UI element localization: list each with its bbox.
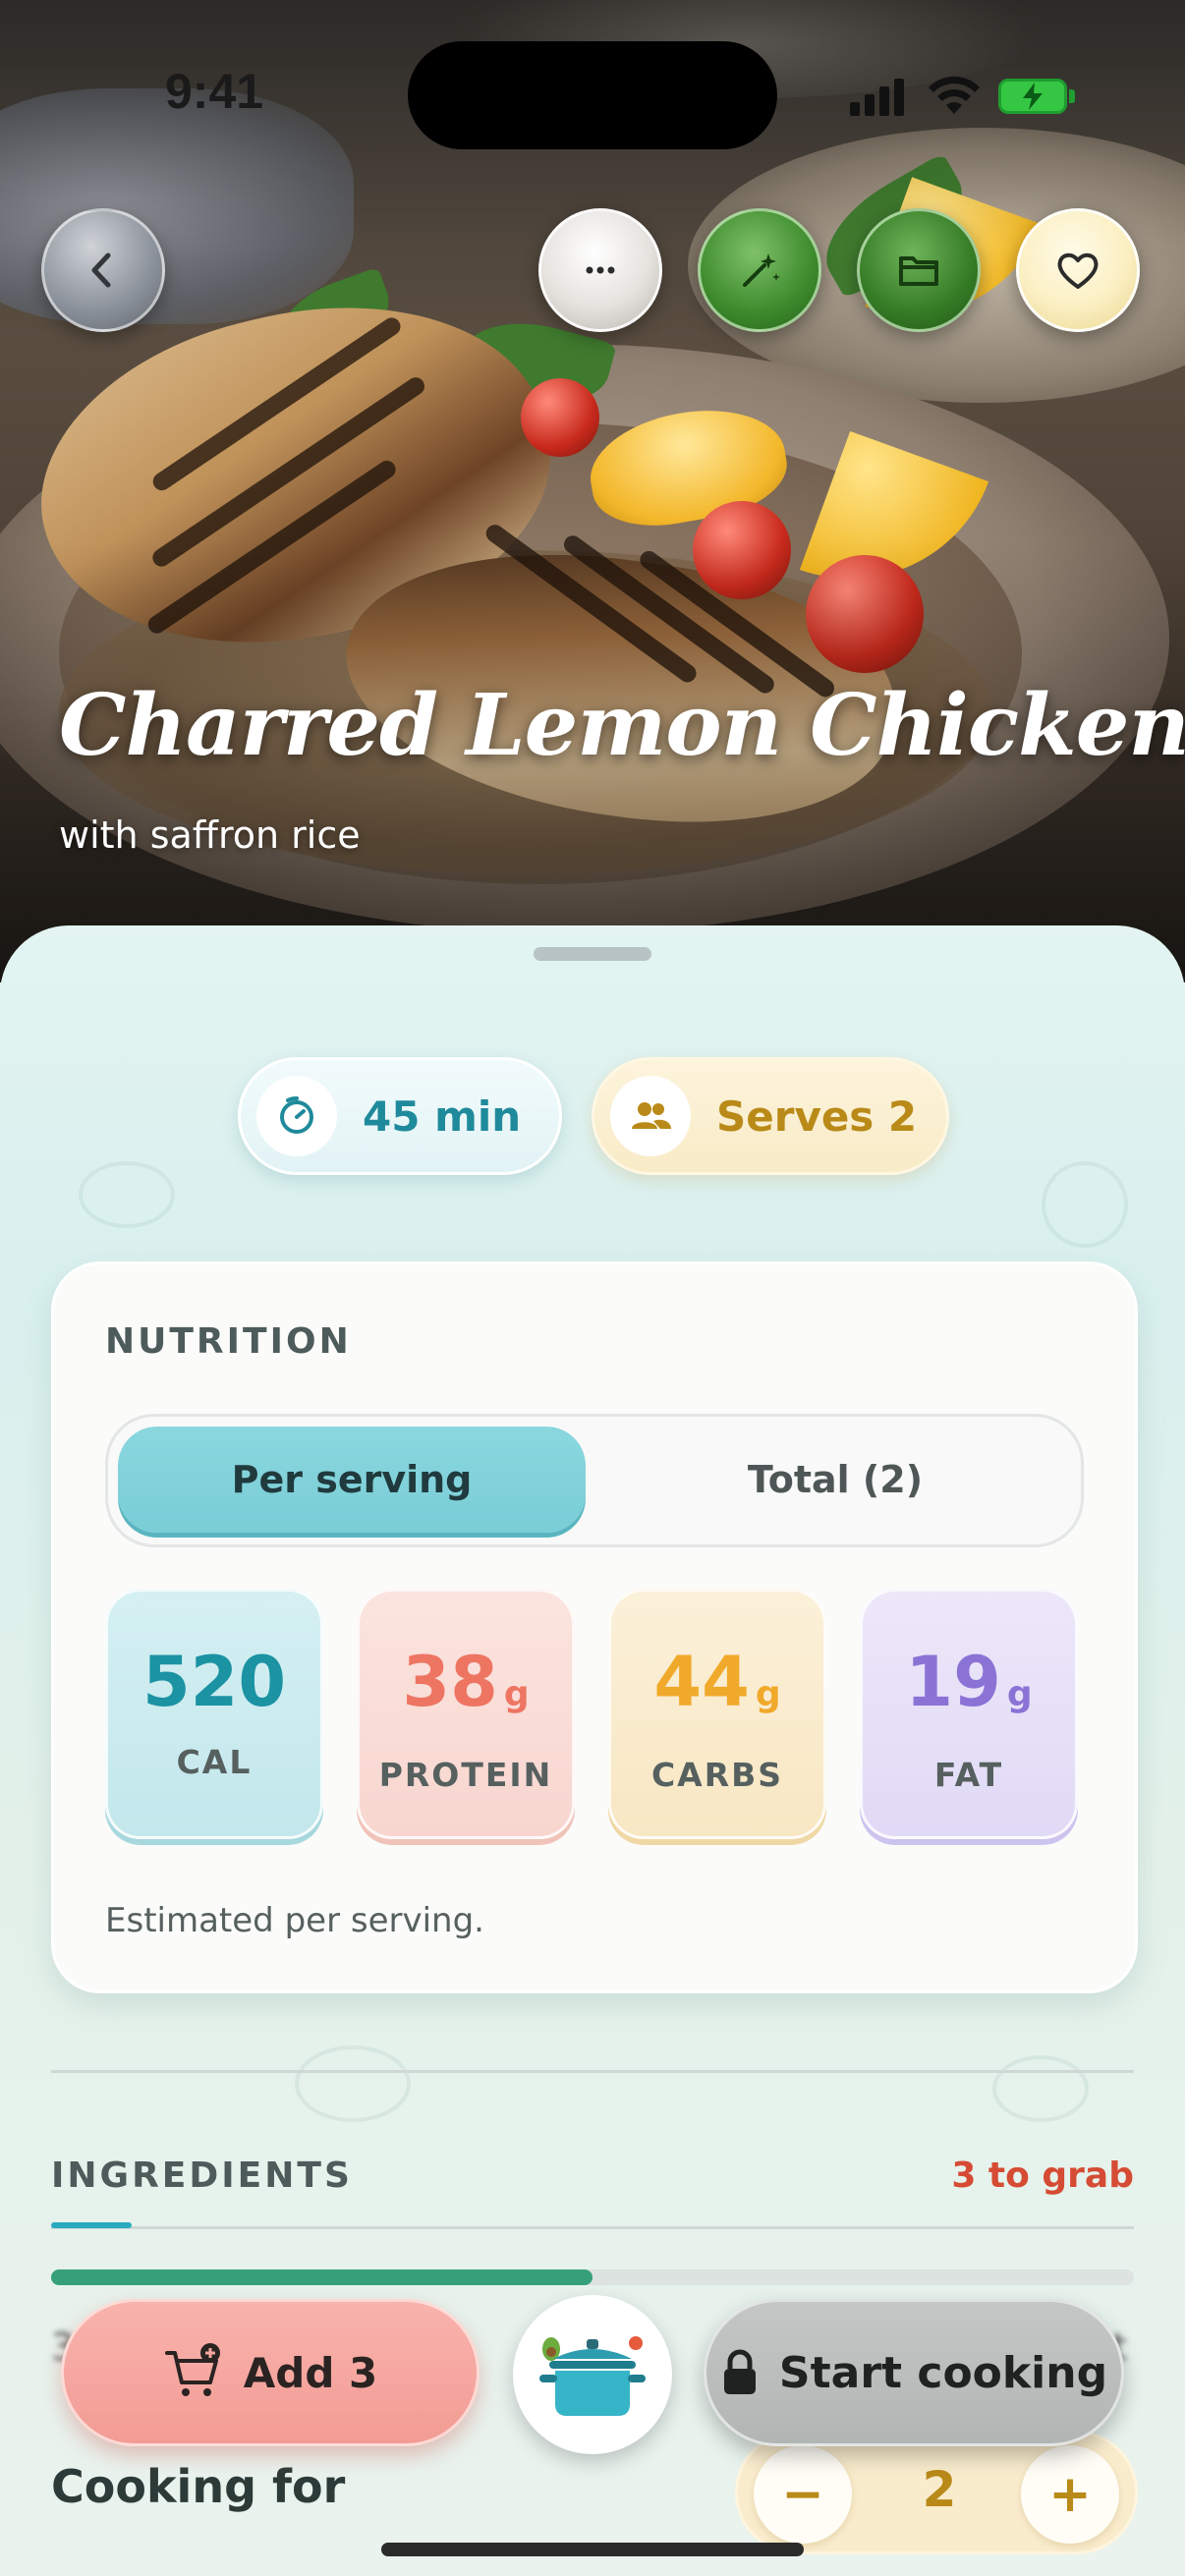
serves-label: Serves 2 (716, 1092, 918, 1141)
calories-value: 520 (141, 1642, 287, 1722)
protein-label: PROTEIN (378, 1756, 553, 1794)
tab-total[interactable]: Total (2) (599, 1427, 1071, 1533)
carbs-label: CARBS (650, 1756, 784, 1794)
timer-icon (280, 1096, 313, 1134)
dynamic-island (408, 41, 777, 149)
start-cooking-button[interactable]: Start cooking (704, 2299, 1124, 2446)
lock-icon (723, 2349, 756, 2394)
fat-unit: g (1006, 1674, 1033, 1714)
more-button[interactable] (538, 208, 662, 332)
ingredients-heading: INGREDIENTS (51, 2156, 353, 2196)
magic-wand-icon (743, 253, 780, 287)
increase-servings-button[interactable]: + (1021, 2445, 1119, 2544)
favorite-button[interactable] (1016, 208, 1140, 332)
ingredients-progress-fill (51, 2269, 592, 2285)
people-icon (632, 1102, 671, 1129)
background-doodle (992, 2055, 1089, 2122)
magic-button[interactable] (698, 208, 821, 332)
servings-value: 2 (922, 2461, 957, 2518)
section-divider (51, 2070, 1134, 2073)
heart-icon (1057, 252, 1099, 289)
servings-stepper: − 2 + (735, 2431, 1138, 2554)
carbs-unit: g (755, 1674, 781, 1714)
calories-label: CAL (176, 1743, 253, 1781)
nutrition-card: NUTRITION Per serving Total (2) 520 CAL … (51, 1261, 1138, 1993)
serves-pill: Serves 2 (592, 1057, 949, 1175)
ingredients-tab-indicator (51, 2222, 132, 2228)
background-doodle (1042, 1161, 1128, 1248)
background-doodle (295, 2045, 411, 2122)
decrease-servings-button[interactable]: − (754, 2445, 852, 2544)
folder-button[interactable] (857, 208, 981, 332)
home-indicator[interactable] (381, 2543, 804, 2556)
sheet-handle[interactable] (534, 947, 651, 961)
add-label: Add 3 (243, 2348, 378, 2397)
status-bar: 9:41 (0, 0, 1185, 196)
protein-value: 38 (402, 1642, 498, 1722)
protein-unit: g (503, 1674, 530, 1714)
wifi-icon (929, 76, 980, 114)
to-grab-count[interactable]: 3 to grab (951, 2156, 1134, 2196)
nutrition-protein: 38 g PROTEIN (357, 1589, 575, 1839)
back-button[interactable] (41, 208, 165, 332)
ingredients-progress (51, 2269, 1134, 2285)
nutrition-note: Estimated per serving. (105, 1901, 484, 1940)
fat-value: 19 (905, 1642, 1001, 1722)
ellipsis-icon (586, 266, 615, 274)
ingredients-tab-line (51, 2226, 1134, 2229)
nutrition-fat: 19 g FAT (860, 1589, 1078, 1839)
start-cooking-label: Start cooking (778, 2347, 1108, 2398)
recipe-title: Charred Lemon Chicken (59, 676, 1185, 775)
folder-icon (899, 256, 938, 286)
cooking-pot-icon (539, 2336, 646, 2416)
fat-label: FAT (933, 1756, 1004, 1794)
background-doodle (79, 1161, 175, 1228)
battery-icon (998, 79, 1077, 116)
add-to-cart-button[interactable]: Add 3 (61, 2299, 480, 2446)
cooking-pot-button[interactable] (513, 2295, 672, 2454)
carbs-value: 44 (653, 1642, 750, 1722)
cart-plus-icon (164, 2343, 220, 2396)
cooking-for-label: Cooking for (51, 2460, 346, 2513)
nutrition-calories: 520 CAL (105, 1589, 323, 1839)
signal-icon (850, 77, 909, 116)
time-label: 45 min (363, 1092, 522, 1141)
chevron-left-icon (91, 252, 111, 288)
nutrition-heading: NUTRITION (105, 1321, 352, 1362)
nutrition-carbs: 44 g CARBS (608, 1589, 826, 1839)
tab-per-serving[interactable]: Per serving (118, 1427, 586, 1533)
time-pill: 45 min (238, 1057, 562, 1175)
recipe-subtitle: with saffron rice (59, 813, 361, 857)
status-time: 9:41 (165, 64, 264, 119)
nutrition-toggle: Per serving Total (2) (105, 1414, 1084, 1547)
